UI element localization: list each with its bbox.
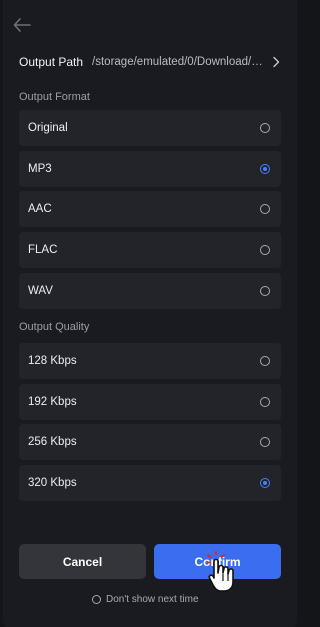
radio-button-selected[interactable] (260, 164, 270, 174)
quality-option-192[interactable]: 192 Kbps (19, 384, 281, 420)
hand-pointer-cursor-icon (207, 551, 234, 592)
format-option-original[interactable]: Original (19, 110, 281, 146)
format-option-aac[interactable]: AAC (19, 191, 281, 227)
dont-show-next-time-option[interactable]: Don't show next time (92, 594, 199, 605)
chevron-right-icon (273, 56, 280, 68)
radio-button[interactable] (260, 356, 270, 366)
quality-option-label: 320 Kbps (28, 477, 77, 489)
quality-option-128[interactable]: 128 Kbps (19, 343, 281, 379)
format-option-flac[interactable]: FLAC (19, 232, 281, 268)
radio-button[interactable] (260, 397, 270, 407)
format-option-label: MP3 (28, 163, 52, 175)
quality-option-label: 256 Kbps (28, 436, 77, 448)
dont-show-checkbox[interactable] (92, 595, 101, 604)
quality-option-320[interactable]: 320 Kbps (19, 465, 281, 501)
radio-button[interactable] (260, 123, 270, 133)
radio-button[interactable] (260, 245, 270, 255)
format-option-label: AAC (28, 203, 52, 215)
output-path-row[interactable]: Output Path /storage/emulated/0/Download… (19, 54, 281, 70)
format-option-wav[interactable]: WAV (19, 273, 281, 309)
radio-button[interactable] (260, 437, 270, 447)
quality-option-256[interactable]: 256 Kbps (19, 424, 281, 460)
format-option-label: WAV (28, 285, 53, 297)
radio-button[interactable] (260, 204, 270, 214)
quality-option-label: 192 Kbps (28, 396, 77, 408)
output-format-title: Output Format (19, 91, 90, 103)
output-quality-title: Output Quality (19, 321, 90, 333)
quality-option-label: 128 Kbps (28, 355, 77, 367)
output-path-label: Output Path (19, 55, 84, 69)
output-path-value: /storage/emulated/0/Download/T... (92, 56, 263, 68)
format-option-label: FLAC (28, 244, 58, 256)
format-option-label: Original (28, 122, 68, 134)
dont-show-label: Don't show next time (106, 594, 199, 605)
radio-button-selected[interactable] (260, 478, 270, 488)
arrow-left-icon[interactable] (12, 16, 32, 34)
format-option-mp3[interactable]: MP3 (19, 151, 281, 187)
cancel-button[interactable]: Cancel (19, 544, 146, 579)
radio-button[interactable] (260, 286, 270, 296)
